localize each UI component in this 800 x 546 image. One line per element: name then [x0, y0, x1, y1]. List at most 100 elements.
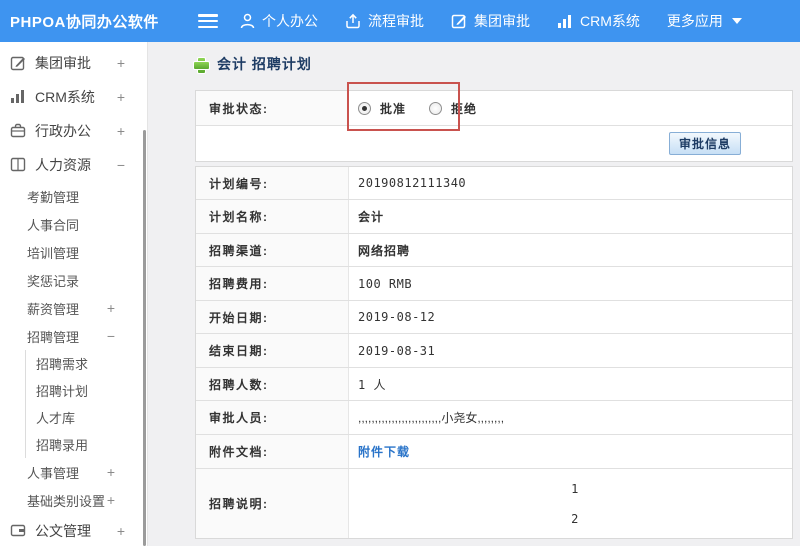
- field-value-recruit-cost: 100 RMB: [358, 276, 413, 291]
- sidebar-item-human-resources[interactable]: 人力资源 −: [0, 148, 147, 182]
- field-label: 结束日期:: [196, 334, 349, 367]
- page-title-row: 会计 招聘计划: [193, 54, 800, 74]
- sidebar-item-label: 基础类别设置: [27, 493, 106, 509]
- field-value-recruit-channel: 网络招聘: [358, 243, 411, 258]
- sidebar-item-label: 薪资管理: [27, 301, 80, 317]
- sidebar-item-label: 考勤管理: [27, 189, 80, 205]
- table-row: 招聘费用: 100 RMB: [196, 267, 792, 301]
- radio-approve-label: 批准: [380, 101, 407, 116]
- collapse-toggle[interactable]: −: [107, 328, 147, 344]
- table-row: 招聘说明: 1 2: [196, 469, 792, 538]
- nav-group-approval[interactable]: 集团审批: [451, 11, 530, 31]
- field-value-description-line1: 1: [571, 481, 579, 496]
- sidebar-item-label: 人才库: [36, 411, 76, 426]
- sidebar-item-label: 人力资源: [35, 157, 91, 173]
- sidebar-item-label: CRM系统: [35, 89, 95, 105]
- field-value-start-date: 2019-08-12: [358, 310, 436, 324]
- sidebar-item-personnel-mgmt[interactable]: 人事管理 +: [0, 458, 147, 486]
- approval-status-row: 审批状态: 批准 拒绝: [196, 91, 792, 126]
- field-label: 审批人员:: [196, 401, 349, 434]
- page-title: 会计 招聘计划: [217, 56, 312, 72]
- field-label: 附件文档:: [196, 435, 349, 468]
- radio-reject-label: 拒绝: [451, 101, 478, 116]
- table-row: 开始日期: 2019-08-12: [196, 301, 792, 334]
- caret-down-icon: [731, 18, 742, 24]
- nav-crm-system[interactable]: CRM系统: [557, 11, 640, 31]
- recruit-plan-detail-table: 计划编号: 20190812111340 计划名称: 会计 招聘渠道: 网络招聘…: [195, 166, 793, 539]
- field-label: 招聘费用:: [196, 267, 349, 300]
- field-value-plan-name: 会计: [358, 210, 385, 224]
- field-label: 招聘说明:: [196, 469, 349, 538]
- table-row: 结束日期: 2019-08-31: [196, 334, 792, 368]
- nav-label: 个人办公: [262, 13, 318, 29]
- app-title: PHPOA协同办公软件: [10, 13, 159, 31]
- sidebar-item-label: 招聘录用: [36, 438, 89, 453]
- topbar-nav: 个人办公 流程审批 集团审批 CRM系统 更多应用: [240, 11, 769, 31]
- expand-toggle[interactable]: +: [117, 89, 147, 105]
- field-value-plan-number: 20190812111340: [358, 176, 467, 190]
- sidebar-item-training-mgmt[interactable]: 培训管理: [0, 238, 147, 266]
- field-value-description-line2: 2: [571, 511, 579, 526]
- approval-info-button[interactable]: 审批信息: [669, 132, 742, 155]
- sidebar-item-document-mgmt[interactable]: 公文管理 +: [0, 514, 147, 546]
- table-row: 附件文档: 附件下载: [196, 435, 792, 469]
- sidebar-item-recruit-demand[interactable]: 招聘需求: [0, 350, 147, 377]
- sidebar-item-label: 招聘管理: [27, 329, 80, 345]
- field-value-headcount: 1 人: [358, 377, 386, 392]
- approval-radio-group: 批准 拒绝: [358, 100, 491, 117]
- expand-toggle[interactable]: +: [107, 300, 147, 316]
- sidebar-item-base-category-settings[interactable]: 基础类别设置 +: [0, 486, 147, 514]
- field-label: 招聘渠道:: [196, 234, 349, 266]
- approval-status-table: 审批状态: 批准 拒绝 审批信息: [195, 90, 793, 162]
- sidebar-item-salary-mgmt[interactable]: 薪资管理 +: [0, 294, 147, 322]
- field-label: 审批状态:: [196, 91, 349, 125]
- radio-approve[interactable]: [358, 101, 371, 115]
- expand-toggle[interactable]: +: [107, 492, 147, 508]
- sidebar-item-hr-contract[interactable]: 人事合同: [0, 210, 147, 238]
- nav-label: 集团审批: [474, 13, 530, 29]
- attachment-download-link[interactable]: 附件下载: [358, 443, 410, 460]
- nav-more-apps[interactable]: 更多应用: [667, 11, 742, 31]
- sidebar-item-label: 人事管理: [27, 465, 80, 481]
- document-icon: [10, 523, 26, 539]
- sidebar: 集团审批 + CRM系统 + 行政办公 + 人力资源 − 考勤管理 人事合同 培…: [0, 42, 148, 546]
- user-icon: [240, 13, 255, 29]
- table-row: 招聘人数: 1 人: [196, 368, 792, 401]
- approval-button-row: 审批信息: [196, 126, 792, 161]
- hamburger-menu-icon[interactable]: [198, 14, 218, 28]
- radio-reject[interactable]: [429, 101, 443, 115]
- edit-square-icon: [451, 13, 467, 29]
- sidebar-item-recruit-hire[interactable]: 招聘录用: [0, 431, 147, 458]
- sidebar-item-label: 培训管理: [27, 245, 80, 261]
- sidebar-item-talent-pool[interactable]: 人才库: [0, 404, 147, 431]
- field-value-approvers: ,,,,,,,,,,,,,,,,,,,,,,,,,小尧女,,,,,,,,: [358, 411, 505, 425]
- sidebar-item-admin-office[interactable]: 行政办公 +: [0, 114, 147, 148]
- nav-personal-office[interactable]: 个人办公: [240, 11, 318, 31]
- field-label: 计划名称:: [196, 200, 349, 233]
- field-label: 计划编号:: [196, 167, 349, 199]
- field-label: 招聘人数:: [196, 368, 349, 400]
- book-icon: [10, 157, 26, 173]
- sidebar-item-label: 招聘需求: [36, 357, 89, 372]
- nav-workflow-approval[interactable]: 流程审批: [345, 11, 424, 31]
- bar-chart-icon: [557, 14, 573, 29]
- bar-chart-icon: [10, 89, 26, 105]
- sidebar-item-reward-punishment[interactable]: 奖惩记录: [0, 266, 147, 294]
- sidebar-item-crm-system[interactable]: CRM系统 +: [0, 80, 147, 114]
- edit-square-icon: [10, 55, 26, 71]
- plus-icon: [193, 56, 210, 74]
- sidebar-item-recruit-mgmt[interactable]: 招聘管理 −: [0, 322, 147, 350]
- nav-label: CRM系统: [580, 13, 640, 29]
- sidebar-item-recruit-plan[interactable]: 招聘计划: [0, 377, 147, 404]
- sidebar-item-group-approval[interactable]: 集团审批 +: [0, 46, 147, 80]
- field-value-end-date: 2019-08-31: [358, 343, 436, 358]
- expand-toggle[interactable]: +: [117, 55, 147, 71]
- expand-toggle[interactable]: +: [107, 464, 147, 480]
- sidebar-item-attendance-mgmt[interactable]: 考勤管理: [0, 182, 147, 210]
- topbar: PHPOA协同办公软件 个人办公 流程审批 集团审批 CRM系统 更多应用: [0, 0, 800, 42]
- sidebar-item-label: 招聘计划: [36, 384, 89, 399]
- flow-export-icon: [345, 13, 361, 29]
- sidebar-scrollbar[interactable]: [143, 130, 146, 546]
- sidebar-item-label: 人事合同: [27, 217, 80, 233]
- sidebar-item-label: 奖惩记录: [27, 273, 80, 289]
